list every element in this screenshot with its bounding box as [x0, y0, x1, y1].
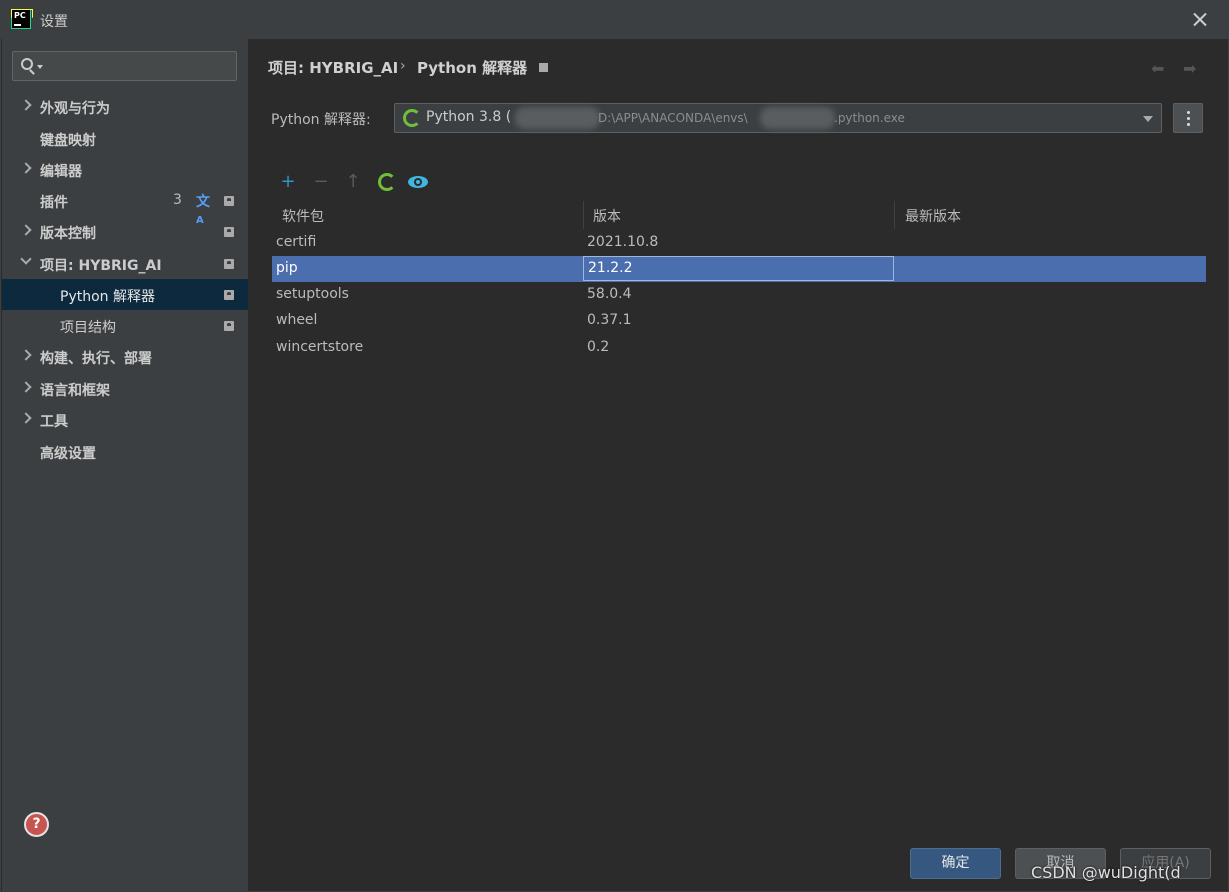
sidebar-item-keymap[interactable]: 键盘映射: [2, 123, 248, 154]
sidebar-item-project-structure[interactable]: 项目结构: [2, 310, 248, 341]
project-scope-icon: [224, 227, 234, 237]
project-scope-icon: [224, 290, 234, 300]
package-name: pip: [276, 260, 298, 276]
package-version: 0.37.1: [587, 312, 632, 328]
column-header-package[interactable]: 软件包: [282, 206, 324, 226]
sidebar-item-label: 构建、执行、部署: [40, 351, 152, 367]
chevron-right-icon[interactable]: [20, 412, 32, 424]
add-package-icon[interactable]: +: [276, 171, 300, 193]
sidebar-item-label: Python 解释器: [60, 289, 155, 305]
help-icon[interactable]: ?: [24, 812, 49, 837]
project-scope-icon: [224, 321, 234, 331]
sidebar-item-label: 键盘映射: [40, 133, 96, 149]
page-title: Python 解释器: [417, 59, 528, 77]
search-icon: [21, 58, 33, 70]
column-divider[interactable]: [894, 201, 895, 229]
chevron-right-icon[interactable]: [20, 162, 32, 174]
sidebar-item-build-execution[interactable]: 构建、执行、部署: [2, 341, 248, 372]
table-row[interactable]: wheel 0.37.1: [272, 308, 1206, 334]
sidebar-item-label: 版本控制: [40, 226, 96, 242]
sidebar-item-advanced[interactable]: 高级设置: [2, 436, 248, 467]
redacted-region: [515, 107, 600, 129]
project-scope-icon: [539, 63, 548, 72]
package-name: wheel: [276, 312, 318, 328]
sidebar-item-tools[interactable]: 工具: [2, 404, 248, 435]
window-title: 设置: [40, 14, 68, 30]
sidebar-item-appearance[interactable]: 外观与行为: [2, 91, 248, 122]
package-name: certifi: [276, 234, 317, 250]
interpreter-label: Python 解释器:: [271, 112, 371, 128]
package-version: 2021.10.8: [587, 234, 659, 250]
package-version: 0.2: [587, 339, 610, 355]
sidebar-item-plugins[interactable]: 插件 3 文A: [2, 185, 248, 226]
sidebar-item-label: 项目结构: [60, 320, 116, 336]
package-version: 58.0.4: [587, 286, 632, 302]
search-field[interactable]: [12, 51, 237, 81]
more-options-button[interactable]: [1173, 103, 1203, 133]
table-row[interactable]: setuptools 58.0.4: [272, 282, 1206, 308]
table-row[interactable]: certifi 2021.10.8: [272, 230, 1206, 256]
chevron-right-icon[interactable]: [20, 349, 32, 361]
chevron-down-icon[interactable]: [20, 253, 32, 265]
plugin-update-count: 3: [173, 192, 182, 208]
translate-icon: 文A: [196, 194, 210, 226]
forward-arrow-icon[interactable]: ➡: [1183, 59, 1196, 78]
sidebar-item-languages[interactable]: 语言和框架: [2, 373, 248, 404]
interpreter-name: Python 3.8 (: [426, 109, 512, 125]
chevron-down-icon[interactable]: [1143, 116, 1153, 122]
interpreter-path-suffix: .python.exe: [834, 111, 905, 125]
sidebar-item-label: 外观与行为: [40, 101, 110, 117]
search-history-dropdown-icon[interactable]: [37, 65, 43, 69]
upgrade-package-icon[interactable]: ↑: [341, 171, 365, 193]
table-row[interactable]: wincertstore 0.2: [272, 335, 1206, 361]
sidebar-item-vcs[interactable]: 版本控制: [2, 216, 248, 247]
settings-sidebar: 外观与行为 键盘映射 编辑器 插件 3 文A 版本控制 项目: HYBRIG_A…: [2, 39, 248, 892]
breadcrumb-project[interactable]: 项目: HYBRIG_AI: [268, 57, 398, 78]
package-name: wincertstore: [276, 339, 364, 355]
title-bar: PC 设置: [1, 1, 1229, 39]
project-scope-icon: [224, 259, 234, 269]
column-header-version[interactable]: 版本: [593, 206, 621, 226]
column-header-latest[interactable]: 最新版本: [905, 206, 961, 226]
pycharm-logo-icon: PC: [11, 9, 31, 29]
chevron-right-icon[interactable]: [20, 224, 32, 236]
chevron-right-icon[interactable]: [20, 381, 32, 393]
sidebar-item-label: 语言和框架: [40, 383, 110, 399]
column-divider[interactable]: [583, 201, 584, 229]
show-early-releases-icon[interactable]: [406, 171, 430, 193]
conda-icon: [403, 109, 421, 127]
package-version: 21.2.2: [583, 256, 894, 281]
back-arrow-icon[interactable]: ⬅: [1151, 59, 1164, 78]
package-name: setuptools: [276, 286, 349, 302]
sidebar-item-project[interactable]: 项目: HYBRIG_AI: [2, 248, 248, 279]
interpreter-select[interactable]: Python 3.8 ( D:\APP\ANACONDA\envs\ .pyth…: [394, 103, 1162, 133]
sidebar-item-label: 插件: [40, 195, 68, 211]
sidebar-item-editor[interactable]: 编辑器: [2, 154, 248, 185]
redacted-region: [760, 107, 835, 129]
remove-package-icon[interactable]: −: [309, 171, 333, 193]
ok-button[interactable]: 确定: [910, 848, 1001, 879]
chevron-right-icon[interactable]: [20, 99, 32, 111]
conda-toggle-icon[interactable]: [375, 171, 399, 193]
sidebar-item-label: 编辑器: [40, 164, 82, 180]
sidebar-item-label: 工具: [40, 414, 68, 430]
settings-window: PC 设置 外观与行为 键盘映射 编辑器 插件 3 文A 版本控制 项目: HY…: [0, 0, 1229, 892]
project-scope-icon: [224, 196, 234, 206]
sidebar-item-label: 高级设置: [40, 446, 96, 462]
close-icon[interactable]: [1187, 7, 1213, 33]
sidebar-item-label: 项目: HYBRIG_AI: [40, 258, 162, 274]
sidebar-item-python-interpreter[interactable]: Python 解释器: [2, 279, 248, 310]
table-row[interactable]: pip 21.2.2: [272, 256, 1206, 282]
search-input[interactable]: [47, 56, 227, 76]
breadcrumb-separator: ›: [400, 58, 406, 74]
interpreter-path: D:\APP\ANACONDA\envs\: [598, 111, 748, 125]
watermark: CSDN @wuDight(d: [1031, 863, 1181, 882]
